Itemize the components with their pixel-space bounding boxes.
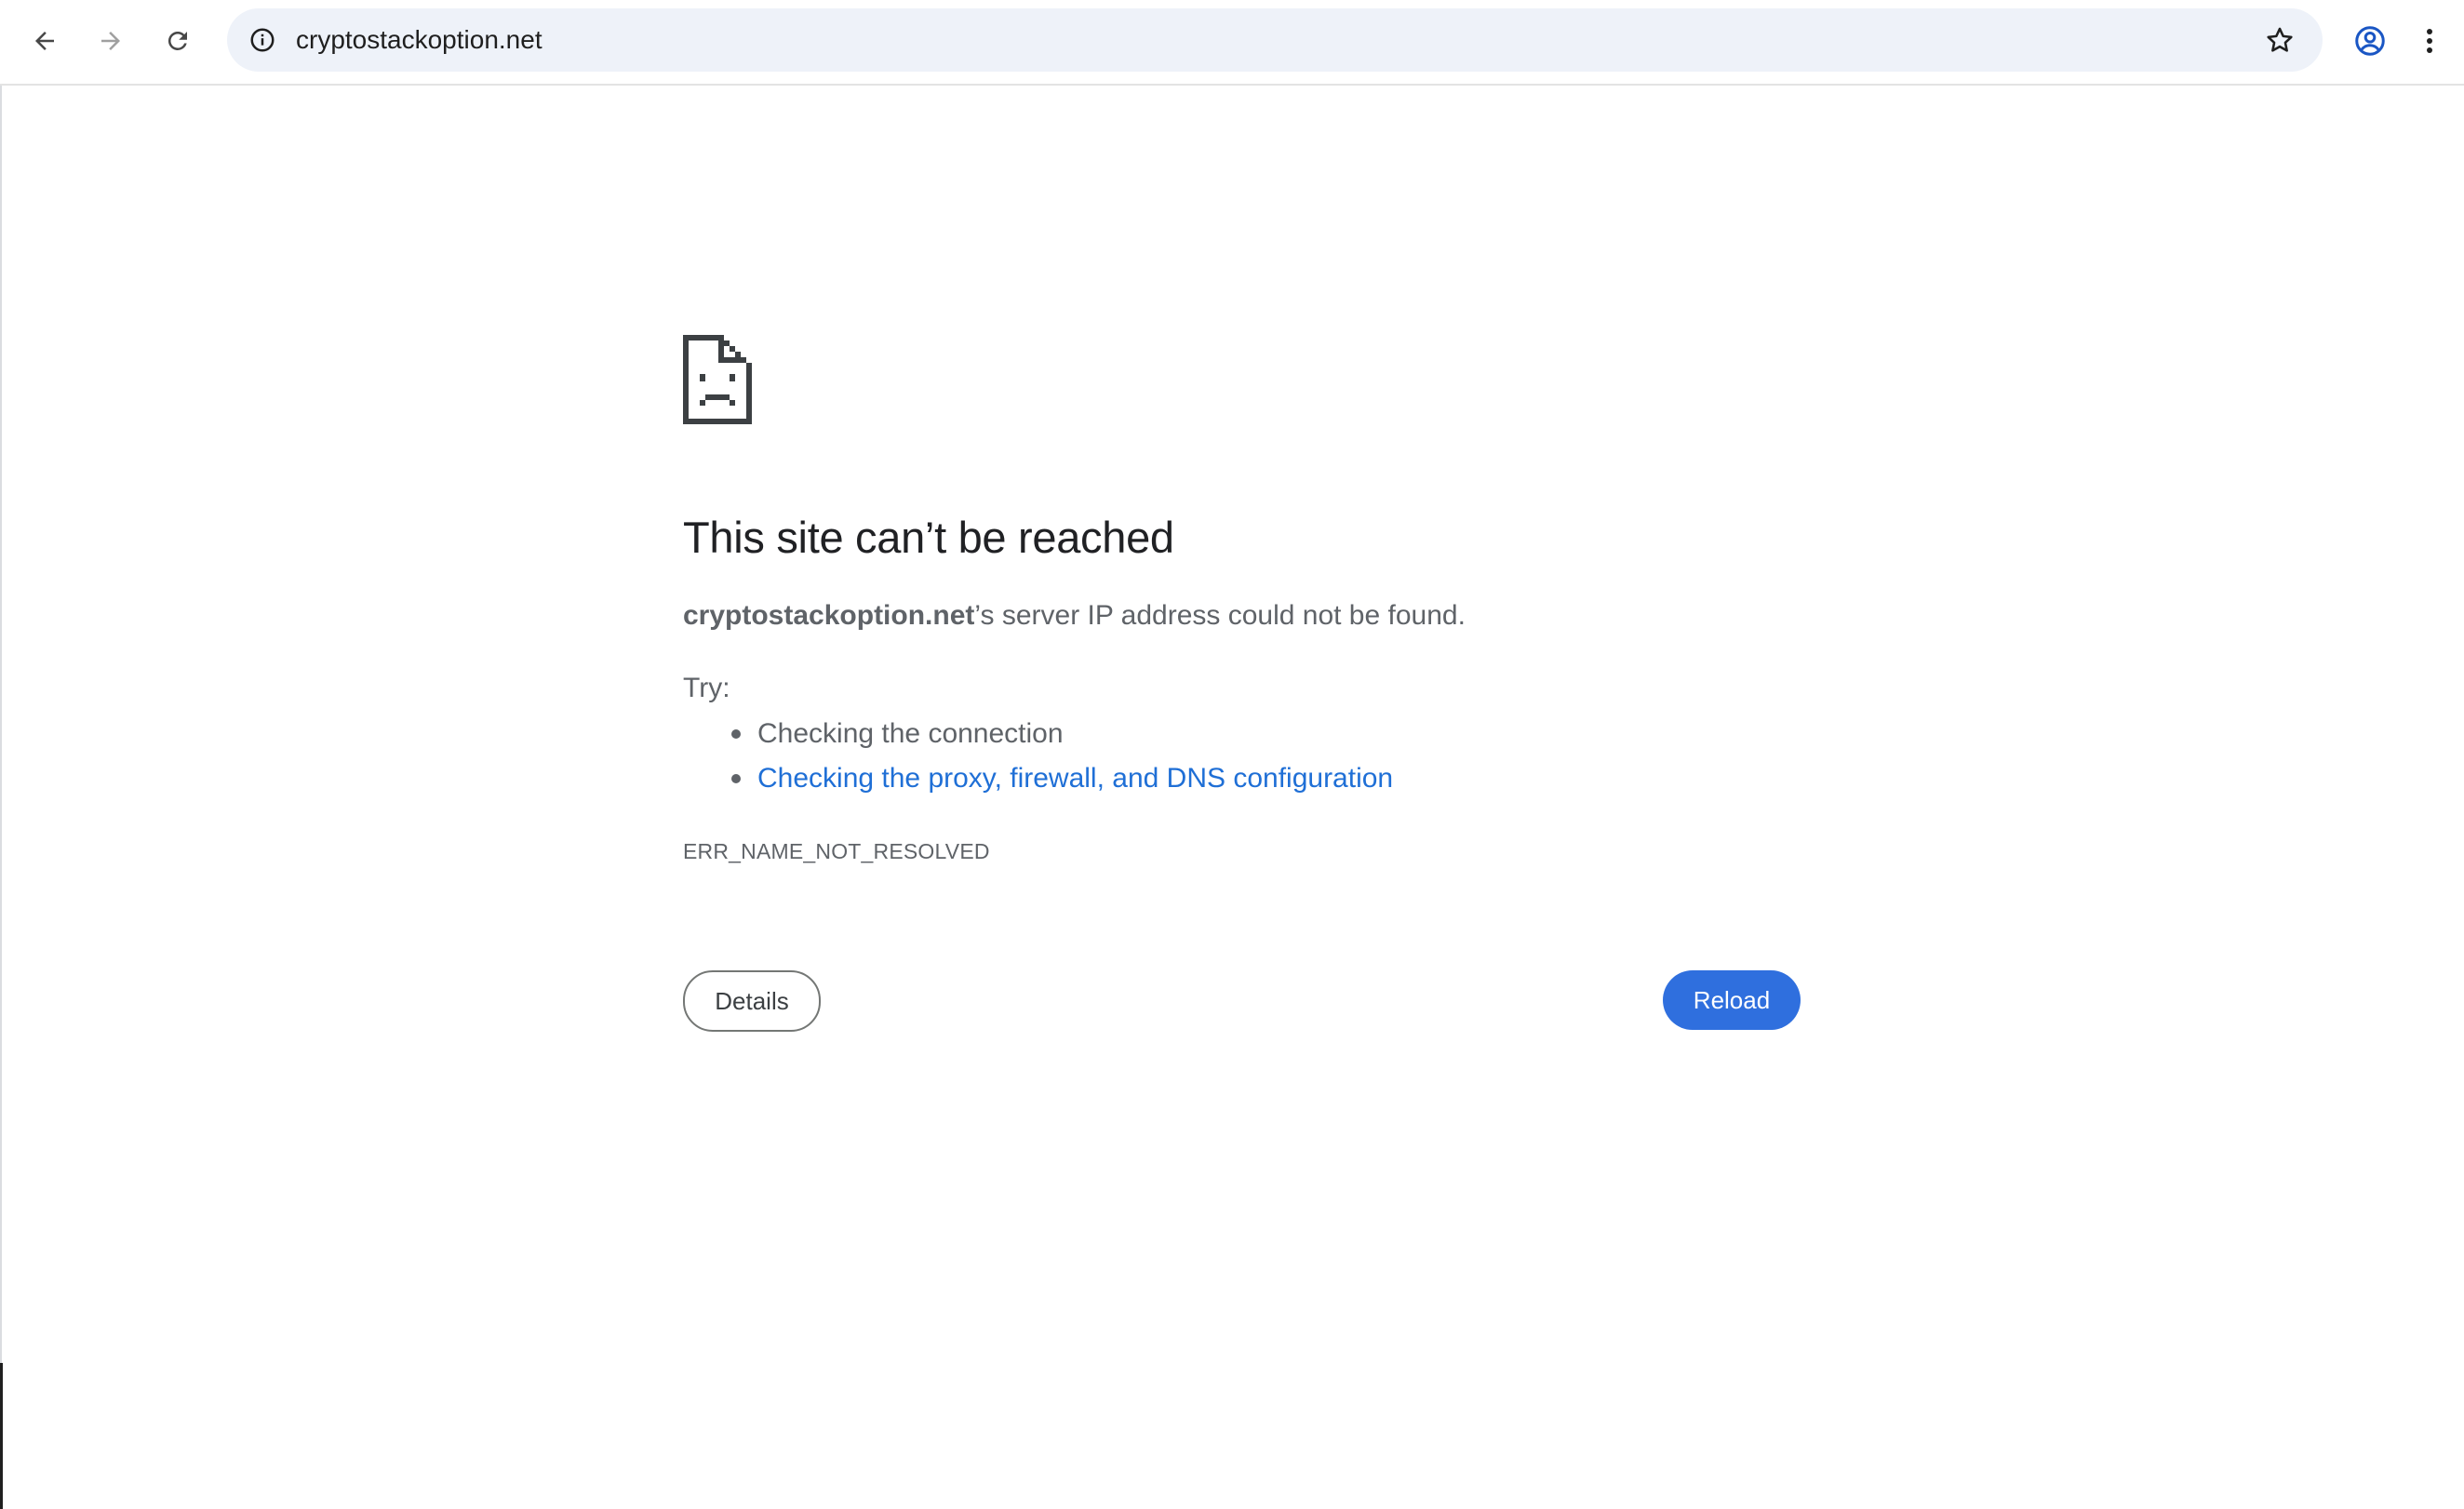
more-vertical-icon	[2427, 29, 2432, 53]
address-bar[interactable]: cryptostackoption.net	[227, 8, 2323, 72]
bullet	[731, 729, 741, 739]
site-info-button[interactable]	[244, 21, 281, 59]
arrow-right-icon	[101, 32, 120, 50]
window-left-edge	[0, 0, 2, 1509]
bookmark-button[interactable]	[2259, 20, 2300, 60]
browser-toolbar: cryptostackoption.net	[0, 0, 2464, 86]
sad-page-icon	[683, 335, 752, 424]
details-button[interactable]: Details	[683, 970, 821, 1032]
url-text[interactable]: cryptostackoption.net	[296, 8, 542, 72]
reload-icon	[167, 31, 187, 50]
error-domain: cryptostackoption.net	[683, 600, 975, 631]
try-label: Try:	[683, 673, 730, 703]
window-left-edge-shadow	[0, 1363, 3, 1509]
suggestions-list: Checking the connection Checking the pro…	[683, 712, 1393, 801]
browser-window: cryptostackoption.net This site can’t be…	[0, 0, 2464, 1509]
back-button[interactable]	[14, 12, 75, 70]
reload-toolbar-button[interactable]	[147, 12, 208, 70]
info-icon	[250, 28, 275, 52]
suggestion-proxy-dns-link[interactable]: Checking the proxy, firewall, and DNS co…	[757, 763, 1393, 794]
profile-button[interactable]	[2339, 12, 2401, 70]
star-icon	[2267, 27, 2293, 52]
browser-menu-button[interactable]	[2406, 12, 2453, 70]
error-message: cryptostackoption.net’s server IP addres…	[683, 600, 1466, 632]
arrow-left-icon	[35, 32, 54, 50]
suggestion-item: Checking the proxy, firewall, and DNS co…	[683, 756, 1393, 801]
account-circle-icon	[2355, 26, 2385, 56]
forward-button[interactable]	[80, 12, 141, 70]
error-message-suffix: ’s server IP address could not be found.	[974, 600, 1466, 631]
error-code: ERR_NAME_NOT_RESOLVED	[683, 839, 990, 863]
suggestion-item: Checking the connection	[683, 712, 1393, 756]
bullet	[731, 774, 741, 783]
suggestion-check-connection: Checking the connection	[757, 718, 1064, 749]
reload-button[interactable]: Reload	[1663, 970, 1801, 1030]
error-headline: This site can’t be reached	[683, 513, 1174, 562]
